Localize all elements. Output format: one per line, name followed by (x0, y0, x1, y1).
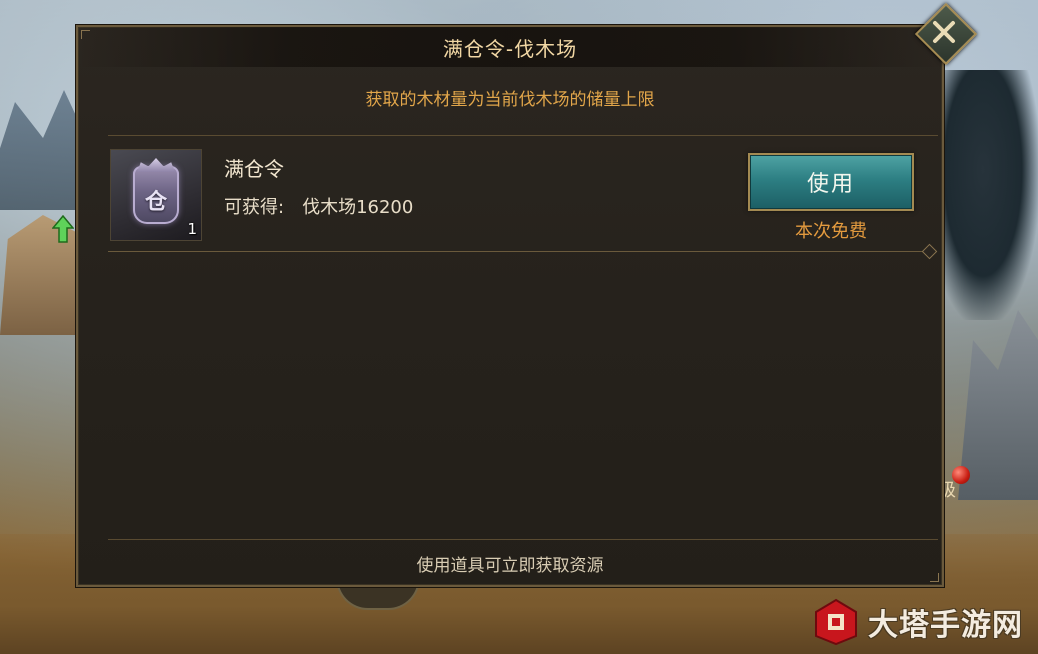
item-dialog: 满仓令-伐木场 获取的木材量为当前伐木场的储量上限 仓 1 满仓令 可获得: 伐木… (76, 25, 944, 587)
game-scene: 级 满仓令-伐木场 获取的木材量为当前伐木场的储量上限 仓 1 满仓令 可获得:… (0, 0, 1038, 654)
gain-label: 可获得: (224, 197, 285, 218)
free-cost-note: 本次免费 (795, 221, 867, 242)
close-button[interactable] (914, 2, 978, 66)
background-tree (928, 70, 1038, 320)
close-icon (914, 2, 974, 62)
item-divider (108, 251, 926, 252)
item-row: 仓 1 满仓令 可获得: 伐木场16200 使用 本次免费 (108, 147, 938, 255)
item-count: 1 (187, 220, 197, 238)
item-gain: 可获得: 伐木场16200 (224, 193, 413, 219)
divider (108, 135, 938, 136)
watermark-logo-icon (815, 598, 857, 646)
item-slot[interactable]: 仓 1 (110, 149, 202, 241)
divider (108, 539, 938, 540)
dialog-title: 满仓令-伐木场 (442, 36, 578, 61)
gain-value: 伐木场16200 (302, 197, 414, 218)
notification-dot-icon (952, 466, 970, 484)
watermark: 大塔手游网 (812, 596, 1038, 648)
upgrade-arrow-icon (52, 215, 74, 243)
use-button[interactable]: 使用 (748, 153, 914, 211)
item-name: 满仓令 (224, 157, 284, 181)
token-crown-icon (137, 158, 175, 172)
dialog-title-bar: 满仓令-伐木场 (78, 27, 942, 67)
dialog-subtitle: 获取的木材量为当前伐木场的储量上限 (365, 90, 655, 110)
watermark-text: 大塔手游网 (868, 608, 1023, 643)
dialog-footer: 使用道具可立即获取资源 (416, 556, 604, 576)
token-glyph: 仓 (144, 190, 167, 215)
